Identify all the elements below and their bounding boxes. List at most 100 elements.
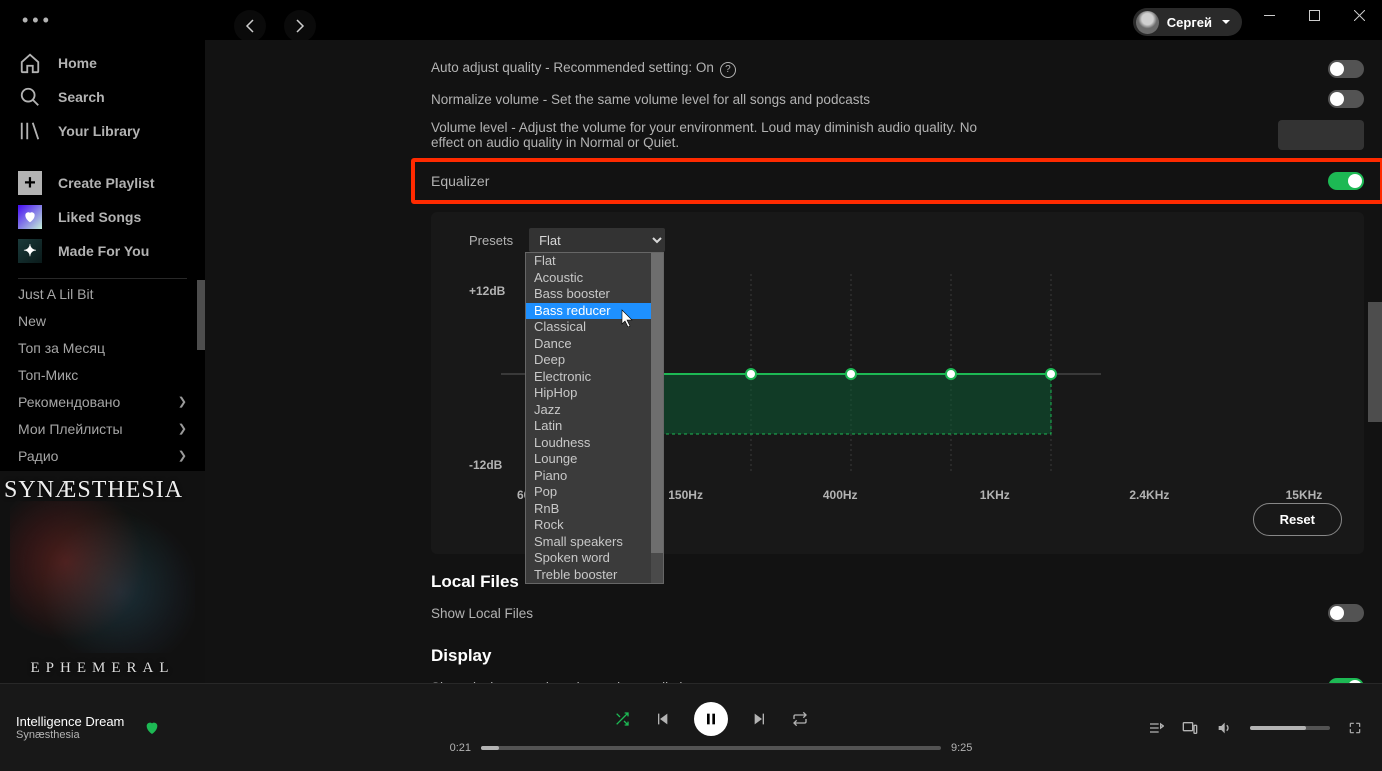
nav-forward-button[interactable] (284, 10, 316, 42)
preset-option[interactable]: Flat (526, 253, 663, 270)
volume-level-select[interactable] (1278, 120, 1364, 150)
preset-option[interactable]: Spoken word (526, 550, 663, 567)
now-playing-track[interactable]: Intelligence Dream (16, 714, 124, 729)
playlist-item[interactable]: Рекомендовано❯ (0, 388, 205, 415)
playlist-item[interactable]: Топ за Месяц (0, 334, 205, 361)
shuffle-button[interactable] (614, 711, 630, 727)
window-minimize-button[interactable] (1247, 0, 1292, 30)
caret-down-icon (1220, 16, 1232, 28)
queue-button[interactable] (1148, 720, 1164, 736)
equalizer-row-highlighted: Equalizer (411, 158, 1382, 204)
playlist-item[interactable]: New (0, 307, 205, 334)
dropdown-scrollbar[interactable] (651, 253, 663, 583)
preset-option[interactable]: Bass reducer (526, 303, 663, 320)
sidebar-liked-songs[interactable]: Liked Songs (0, 200, 205, 234)
volume-slider[interactable] (1250, 726, 1330, 730)
eq-preset-select[interactable]: Flat (529, 228, 665, 252)
heart-icon (18, 205, 42, 229)
skip-previous-icon (654, 711, 670, 727)
preset-option[interactable]: Dance (526, 336, 663, 353)
minimize-icon (1264, 10, 1275, 21)
sidebar-create-playlist[interactable]: + Create Playlist (0, 166, 205, 200)
sidebar-scrollbar[interactable] (195, 280, 205, 471)
sidebar-item-home[interactable]: Home (0, 46, 205, 80)
eq-xlabel: 1KHz (965, 488, 1025, 502)
sidebar-label: Your Library (58, 123, 140, 139)
sidebar-label: Made For You (58, 243, 149, 259)
sidebar-label: Search (58, 89, 105, 105)
preset-option[interactable]: Bass booster (526, 286, 663, 303)
preset-option[interactable]: Jazz (526, 402, 663, 419)
sidebar-made-for-you[interactable]: ✦ Made For You (0, 234, 205, 268)
queue-icon (1148, 720, 1164, 736)
playlist-item[interactable]: Мои Плейлисты ❯ (0, 415, 205, 442)
eq-preset-dropdown[interactable]: FlatAcousticBass boosterBass reducerClas… (525, 252, 664, 584)
volume-button[interactable] (1216, 720, 1232, 736)
preset-option[interactable]: Classical (526, 319, 663, 336)
chevron-right-icon: ❯ (178, 422, 187, 435)
user-name: Сергей (1167, 15, 1212, 30)
preset-option[interactable]: HipHop (526, 385, 663, 402)
toggle-auto-adjust[interactable] (1328, 60, 1364, 78)
preset-option[interactable]: Rock (526, 517, 663, 534)
sidebar-label: Home (58, 55, 97, 71)
window-close-button[interactable] (1337, 0, 1382, 30)
sidebar-item-search[interactable]: Search (0, 80, 205, 114)
playlist-item[interactable]: Топ-Микс (0, 361, 205, 388)
eq-xlabel: 15KHz (1274, 488, 1334, 502)
preset-option[interactable]: Acoustic (526, 270, 663, 287)
playlist-label: Радио (18, 448, 58, 464)
help-icon[interactable]: ? (720, 62, 736, 78)
setting-label-normalize: Normalize volume - Set the same volume l… (431, 92, 870, 107)
eq-reset-button[interactable]: Reset (1253, 503, 1342, 536)
nav-back-button[interactable] (234, 10, 266, 42)
eq-xlabel: 2.4KHz (1119, 488, 1179, 502)
chevron-right-icon: ❯ (178, 449, 187, 462)
eq-ylabel-top: +12dB (469, 284, 505, 298)
app-menu-button[interactable]: ••• (22, 10, 53, 31)
preset-option[interactable]: Deep (526, 352, 663, 369)
preset-option[interactable]: Treble booster (526, 567, 663, 584)
chevron-right-icon: ❯ (178, 395, 187, 408)
playlist-label: Мои Плейлисты (18, 421, 123, 437)
setting-label-volume-level: Volume level - Adjust the volume for you… (431, 120, 1011, 150)
devices-button[interactable] (1182, 720, 1198, 736)
window-maximize-button[interactable] (1292, 0, 1337, 30)
previous-button[interactable] (654, 711, 670, 727)
seek-bar[interactable] (481, 746, 941, 750)
eq-ylabel-bot: -12dB (469, 458, 502, 472)
like-button[interactable] (144, 720, 160, 736)
main-scrollbar[interactable] (1368, 40, 1382, 683)
setting-label-equalizer: Equalizer (431, 173, 489, 189)
avatar (1136, 11, 1159, 34)
preset-option[interactable]: Piano (526, 468, 663, 485)
toggle-normalize[interactable] (1328, 90, 1364, 108)
home-icon (18, 51, 42, 75)
preset-option[interactable]: Lounge (526, 451, 663, 468)
equalizer-panel: Presets Flat FlatAcousticBass boosterBas… (431, 212, 1364, 554)
next-button[interactable] (752, 711, 768, 727)
repeat-button[interactable] (792, 711, 808, 727)
album-art-text: SYNÆSTHESIA (4, 477, 183, 504)
preset-option[interactable]: Pop (526, 484, 663, 501)
toggle-show-local[interactable] (1328, 604, 1364, 622)
preset-option[interactable]: RnB (526, 501, 663, 518)
toggle-equalizer[interactable] (1328, 172, 1364, 190)
playlist-label: Топ за Месяц (18, 340, 105, 356)
preset-option[interactable]: Latin (526, 418, 663, 435)
section-header-display: Display (431, 646, 1364, 666)
fullscreen-button[interactable] (1348, 721, 1362, 735)
now-playing-art[interactable]: SYNÆSTHESIA EPHEMERAL (0, 471, 205, 683)
play-pause-button[interactable] (694, 702, 728, 736)
time-total: 9:25 (951, 742, 972, 754)
now-playing-artist[interactable]: Synæsthesia (16, 729, 124, 741)
sidebar-item-library[interactable]: Your Library (0, 114, 205, 148)
preset-option[interactable]: Small speakers (526, 534, 663, 551)
playlist-item[interactable]: Just A Lil Bit (0, 280, 205, 307)
chevron-right-icon (292, 18, 308, 34)
preset-option[interactable]: Electronic (526, 369, 663, 386)
playlist-item[interactable]: Радио ❯ (0, 442, 205, 469)
preset-option[interactable]: Loudness (526, 435, 663, 452)
playlist-label: New (18, 313, 46, 329)
user-menu-button[interactable]: Сергей (1133, 8, 1242, 36)
